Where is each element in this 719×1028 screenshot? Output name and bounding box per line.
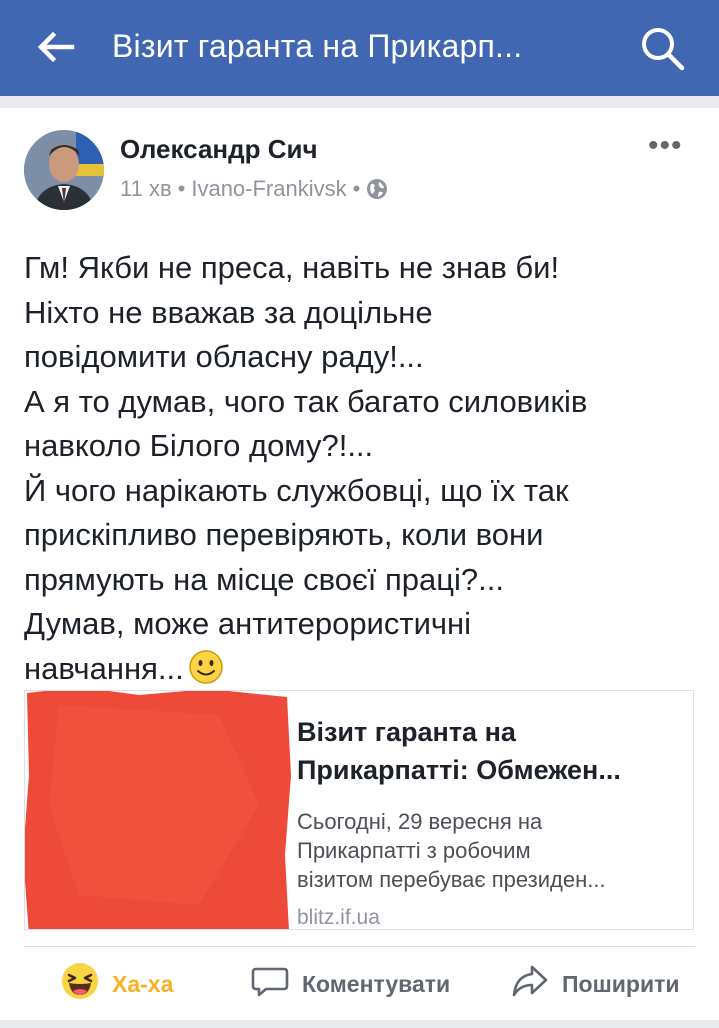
avatar[interactable] xyxy=(24,130,104,210)
meta-separator: • xyxy=(352,176,361,201)
link-description-line: візитом перебуває президен... xyxy=(297,867,606,892)
post-text-line: прямують на місце своєї праці?... xyxy=(24,561,504,597)
top-app-bar: Візит гаранта на Прикарп... xyxy=(0,0,719,96)
back-arrow-icon[interactable] xyxy=(34,26,76,68)
comment-button[interactable]: Коментувати xyxy=(250,960,450,1008)
post-meta: 11 хв • Ivano-Frankivsk • xyxy=(120,176,388,202)
comment-label: Коментувати xyxy=(302,970,451,997)
post-actions: Ха-ха Коментувати Поширити xyxy=(0,954,719,1014)
haha-label: Ха-ха xyxy=(112,970,174,997)
comment-bubble-icon xyxy=(250,961,290,1007)
post-text-line: прискіпливо перевіряють, коли вони xyxy=(24,517,544,552)
link-preview-body: Візит гаранта на Прикарпатті: Обмежен...… xyxy=(297,713,687,929)
link-preview-card[interactable]: Візит гаранта на Прикарпатті: Обмежен...… xyxy=(24,690,694,930)
share-arrow-icon xyxy=(510,961,550,1007)
meta-separator: • xyxy=(177,176,186,201)
globe-icon xyxy=(366,178,388,200)
page-title: Візит гаранта на Прикарп... xyxy=(112,28,523,64)
post-text-line: А я то думав, чого так багато силовиків xyxy=(24,383,588,419)
post-text: Гм! Якби не преса, навіть не знав би! Ні… xyxy=(24,246,704,691)
link-thumbnail xyxy=(25,691,295,929)
post-card: Олександр Сич 11 хв • Ivano-Frankivsk • … xyxy=(0,108,719,1020)
post-text-line: Думав, може антитерористичні xyxy=(24,606,472,641)
haha-reaction-button[interactable]: Ха-ха xyxy=(60,960,173,1008)
post-text-line: Гм! Якби не преса, навіть не знав би! xyxy=(24,250,560,285)
link-title-line: Візит гаранта на xyxy=(297,717,516,747)
post-text-line: Ніхто не вважав за доцільне xyxy=(24,294,433,330)
link-domain: blitz.if.ua xyxy=(297,906,380,929)
link-title-line: Прикарпатті: Обмежен... xyxy=(297,755,621,785)
link-description-line: Прикарпатті з робочим xyxy=(297,838,531,863)
link-description: Сьогодні, 29 вересня на Прикарпатті з ро… xyxy=(297,807,687,894)
laughing-face-icon xyxy=(60,961,100,1007)
slightly-smiling-face-icon xyxy=(188,649,224,685)
post-text-line: навколо Білого дому?!... xyxy=(24,428,374,463)
link-description-line: Сьогодні, 29 вересня на xyxy=(297,809,543,834)
feed-background xyxy=(0,1020,719,1028)
link-title[interactable]: Візит гаранта на Прикарпатті: Обмежен... xyxy=(297,713,687,789)
post-text-line: Й чого нарікають службовці, що їх так xyxy=(24,472,569,508)
post-time[interactable]: 11 хв xyxy=(120,176,172,202)
search-icon[interactable] xyxy=(638,24,686,72)
author-name[interactable]: Олександр Сич xyxy=(120,134,318,165)
actions-divider xyxy=(24,946,695,947)
post-text-line: навчання... xyxy=(24,650,184,686)
more-options-icon[interactable]: ••• xyxy=(648,131,683,161)
post-text-line: повідомити обласну раду!... xyxy=(24,339,424,374)
post-text-last-line: навчання... xyxy=(24,647,704,692)
post-location[interactable]: Ivano-Frankivsk xyxy=(191,176,346,202)
share-button[interactable]: Поширити xyxy=(510,960,679,1008)
share-label: Поширити xyxy=(562,970,680,997)
